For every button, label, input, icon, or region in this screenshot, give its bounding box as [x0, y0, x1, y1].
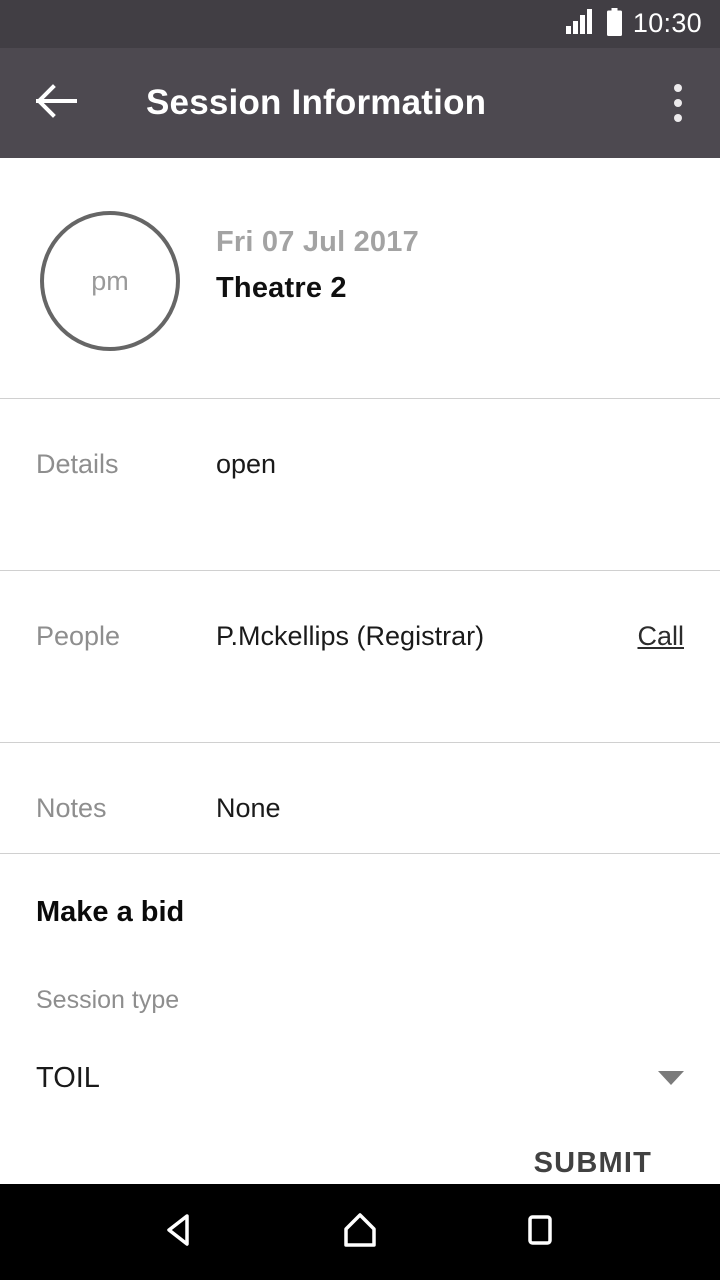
- info-label-people: People: [36, 621, 121, 651]
- nav-back-button[interactable]: [140, 1192, 220, 1272]
- call-link[interactable]: Call: [637, 623, 684, 650]
- nav-recents-square-icon: [518, 1208, 562, 1257]
- app-bar: Session Information: [0, 48, 720, 158]
- session-header: pm Fri 07 Jul 2017 Theatre 2: [0, 158, 720, 398]
- info-label-notes: Notes: [36, 793, 107, 823]
- signal-bars-icon: [565, 9, 596, 39]
- nav-recents-button[interactable]: [500, 1192, 580, 1272]
- submit-row: SUBMIT: [36, 1147, 684, 1180]
- info-row-people: People P.Mckellips (Registrar) Call: [0, 571, 720, 742]
- page-title: Session Information: [146, 83, 487, 122]
- session-period-circle: pm: [40, 211, 180, 351]
- chevron-down-icon: [658, 1071, 684, 1085]
- session-period-label: pm: [91, 265, 129, 296]
- info-value-details: open: [216, 449, 277, 479]
- more-vertical-icon-dot3: [674, 114, 682, 122]
- session-type-label: Session type: [36, 986, 180, 1014]
- nav-back-triangle-icon: [158, 1208, 202, 1257]
- info-label-details: Details: [36, 449, 119, 479]
- nav-home-icon: [338, 1208, 382, 1257]
- submit-button[interactable]: SUBMIT: [534, 1147, 652, 1180]
- session-type-select[interactable]: TOIL: [36, 1058, 684, 1098]
- back-arrow-icon: [36, 83, 78, 123]
- make-a-bid-title: Make a bid: [36, 896, 185, 928]
- back-button[interactable]: [29, 75, 85, 131]
- info-value-people: P.Mckellips (Registrar): [216, 621, 485, 651]
- android-nav-bar: [0, 1184, 720, 1280]
- session-header-text: Fri 07 Jul 2017 Theatre 2: [216, 224, 419, 307]
- session-room: Theatre 2: [216, 272, 347, 305]
- phone-screen: 10:30 Session Information pm Fri 07 Jul …: [0, 0, 720, 1280]
- content-area: pm Fri 07 Jul 2017 Theatre 2 Details ope…: [0, 158, 720, 1184]
- nav-home-button[interactable]: [320, 1192, 400, 1272]
- overflow-menu-button[interactable]: [648, 73, 708, 133]
- info-value-notes: None: [216, 793, 281, 823]
- session-date: Fri 07 Jul 2017: [216, 226, 419, 258]
- info-row-details: Details open: [0, 399, 720, 570]
- status-bar: 10:30: [0, 0, 720, 48]
- info-row-notes: Notes None: [0, 743, 720, 853]
- more-vertical-icon: [674, 84, 682, 92]
- session-type-value: TOIL: [36, 1061, 100, 1094]
- make-a-bid-section: Make a bid Session type TOIL SUBMIT: [0, 898, 720, 1180]
- status-bar-time: 10:30: [632, 7, 702, 38]
- battery-full-icon: [606, 7, 623, 41]
- status-bar-icons: 10:30: [565, 7, 702, 41]
- more-vertical-icon-dot2: [674, 99, 682, 107]
- divider: [0, 853, 720, 854]
